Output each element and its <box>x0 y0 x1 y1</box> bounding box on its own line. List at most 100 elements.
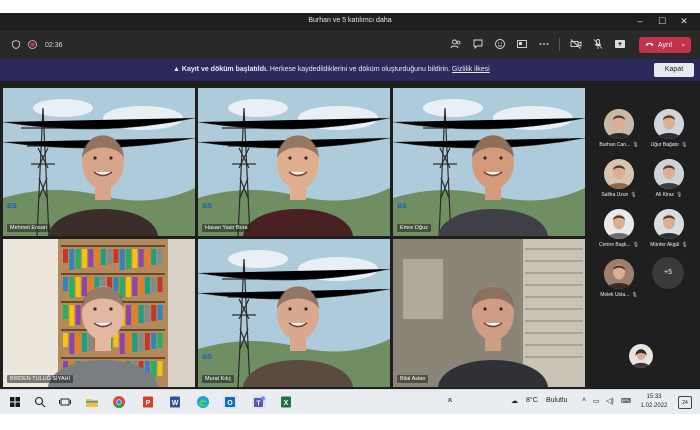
more-actions-icon[interactable] <box>538 38 550 50</box>
shield-icon <box>12 40 20 51</box>
participant-name: Emre Oğuz <box>397 224 431 232</box>
avatar <box>604 159 634 189</box>
video-feed <box>3 239 195 387</box>
avatar-image <box>604 159 634 189</box>
banner-warning-icon: ▲ <box>173 66 180 73</box>
roster-person[interactable]: Uğur Bağatır 🎙︎ <box>645 109 693 155</box>
title-bar: Burhan ve 5 katılımcı daha – ☐ ✕ <box>0 13 700 30</box>
toolbar-divider <box>559 38 560 51</box>
banner-text: Herkese kaydedildiklerini ve döküm oluşt… <box>269 66 450 73</box>
avatar <box>604 109 634 139</box>
svg-text:T: T <box>256 400 261 407</box>
privacy-policy-link[interactable]: Gizlilik ilkesi <box>452 66 490 73</box>
chrome-icon[interactable] <box>112 395 126 409</box>
avatar-image <box>604 109 634 139</box>
avatar <box>604 259 634 289</box>
recording-indicator-icon <box>28 40 37 51</box>
roster-person[interactable]: Münfer Akgül 🎙︎ <box>645 209 693 255</box>
file-explorer-icon[interactable] <box>85 395 99 409</box>
svg-text:as: as <box>202 200 212 210</box>
camera-off-icon[interactable] <box>570 38 582 50</box>
teams-meeting-window: Burhan ve 5 katılımcı daha – ☐ ✕ 02:36 A… <box>0 13 700 389</box>
video-tile[interactable]: as Murat Kılıç <box>198 239 390 387</box>
weather-temperature[interactable]: 8°C <box>526 397 538 404</box>
teams-icon[interactable]: T <box>252 395 266 409</box>
share-screen-icon[interactable] <box>614 38 626 50</box>
more-participants-button[interactable]: +5 <box>652 257 684 289</box>
participants-icon[interactable] <box>450 38 462 50</box>
video-feed: as <box>393 88 585 236</box>
avatar-image <box>629 344 653 368</box>
chat-icon[interactable] <box>472 38 484 50</box>
mic-off-icon: 🎙︎ <box>630 192 637 198</box>
edge-icon[interactable] <box>196 395 210 409</box>
video-tile[interactable]: as Emre Oğuz <box>393 88 585 236</box>
video-tile[interactable]: Bilal Aslan <box>393 239 585 387</box>
reactions-icon[interactable] <box>494 38 506 50</box>
outlook-icon[interactable]: O <box>223 395 237 409</box>
roster-name: Burhan Can... <box>599 142 631 148</box>
avatar-image <box>654 109 684 139</box>
leave-button-label: Ayrıl <box>658 41 672 49</box>
tray-chevron-icon[interactable]: ˄ <box>582 397 586 404</box>
participant-name: Murat Kılıç <box>202 375 235 383</box>
notification-center-button[interactable]: 24 <box>678 396 692 409</box>
roster-person[interactable]: Melek Usta... 🎙︎ <box>595 259 643 305</box>
svg-text:W: W <box>172 400 179 407</box>
video-tile[interactable]: BİRDEN TULUĞ SİYAHİ <box>3 239 195 387</box>
avatar <box>654 209 684 239</box>
maximize-button[interactable]: ☐ <box>651 13 673 30</box>
video-feed: as <box>198 88 390 236</box>
view-switcher-icon[interactable] <box>516 38 528 50</box>
taskbar-clock[interactable]: 15:33 1.02.2022 <box>636 393 672 411</box>
svg-text:as: as <box>7 200 17 210</box>
recording-banner: ▲ Kayıt ve döküm başlatıldı. Herkese kay… <box>0 59 700 81</box>
avatar-image <box>604 259 634 289</box>
roster-person[interactable]: Ali Kiraz 🎙︎ <box>645 159 693 205</box>
weather-condition[interactable]: Bulutlu <box>546 397 567 404</box>
excel-icon[interactable]: X <box>279 395 293 409</box>
roster-name: Cemre Başk... <box>598 242 631 248</box>
svg-text:as: as <box>397 200 407 210</box>
mic-off-icon: 🎙︎ <box>631 292 638 298</box>
clock-date: 1.02.2022 <box>640 403 668 409</box>
chevron-down-icon[interactable]: ⌄ <box>680 40 686 48</box>
meeting-toolbar: 02:36 Ayrıl ⌄ <box>0 30 700 59</box>
volume-icon[interactable]: ◁) <box>606 397 614 405</box>
video-feed: as <box>198 239 390 387</box>
banner-bold-text: Kayıt ve döküm başlatıldı. <box>181 66 268 73</box>
video-tile[interactable]: as Hasan Yasir Bora <box>198 88 390 236</box>
search-icon[interactable] <box>33 395 47 409</box>
mic-off-icon[interactable] <box>592 38 604 50</box>
participant-name: Bilal Aslan <box>397 375 429 383</box>
video-tile[interactable]: as Mehmet Ensari <box>3 88 195 236</box>
powerpoint-icon[interactable]: P <box>141 395 155 409</box>
roster-person[interactable]: Saliha Uzun 🎙︎ <box>595 159 643 205</box>
network-icon[interactable]: ▭ <box>593 397 600 405</box>
word-icon[interactable]: W <box>168 395 182 409</box>
task-view-icon[interactable] <box>58 395 72 409</box>
dismiss-banner-button[interactable]: Kapat <box>654 63 694 77</box>
participant-name: Hasan Yasir Bora <box>202 224 251 232</box>
keyboard-icon[interactable]: ⌨ <box>621 397 631 405</box>
close-button[interactable]: ✕ <box>673 13 695 30</box>
video-feed: as <box>3 88 195 236</box>
weather-icon[interactable]: ☁ <box>511 397 518 405</box>
svg-text:as: as <box>202 351 212 361</box>
windows-taskbar: P W O T X ጸ ☁ 8°C Bulutlu ˄ ▭ ◁) ⌨ 15:33… <box>0 389 700 414</box>
participant-name: Mehmet Ensari <box>7 224 50 232</box>
phone-hangup-icon <box>645 41 654 49</box>
roster-name: Saliha Uzun <box>601 192 629 198</box>
participant-name: BİRDEN TULUĞ SİYAHİ <box>7 375 74 383</box>
people-icon[interactable]: ጸ <box>448 397 452 405</box>
minimize-button[interactable]: – <box>629 13 651 30</box>
self-video-avatar[interactable] <box>629 344 653 368</box>
mic-off-icon: 🎙︎ <box>681 142 688 148</box>
mic-off-icon: 🎙︎ <box>675 192 683 198</box>
avatar-image <box>604 209 634 239</box>
video-feed <box>393 239 585 387</box>
leave-button[interactable]: Ayrıl ⌄ <box>639 37 691 53</box>
roster-person[interactable]: Cemre Başk... 🎙︎ <box>595 209 643 255</box>
roster-person[interactable]: Burhan Can... 🎙︎ <box>595 109 643 155</box>
windows-start-icon[interactable] <box>8 395 22 409</box>
